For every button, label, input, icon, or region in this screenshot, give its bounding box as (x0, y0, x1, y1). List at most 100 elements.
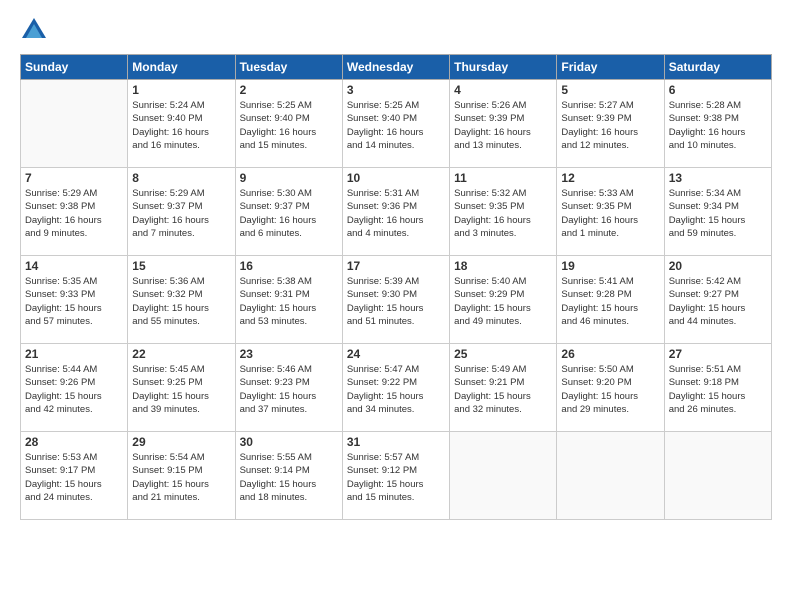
day-number: 24 (347, 347, 445, 361)
day-number: 20 (669, 259, 767, 273)
weekday-header-thursday: Thursday (450, 55, 557, 80)
day-number: 31 (347, 435, 445, 449)
day-info: Sunrise: 5:26 AM Sunset: 9:39 PM Dayligh… (454, 99, 552, 152)
week-row-2: 7 Sunrise: 5:29 AM Sunset: 9:38 PM Daylig… (21, 168, 772, 256)
weekday-header-tuesday: Tuesday (235, 55, 342, 80)
day-info: Sunrise: 5:50 AM Sunset: 9:20 PM Dayligh… (561, 363, 659, 416)
day-info: Sunrise: 5:25 AM Sunset: 9:40 PM Dayligh… (347, 99, 445, 152)
day-number: 26 (561, 347, 659, 361)
day-info: Sunrise: 5:29 AM Sunset: 9:38 PM Dayligh… (25, 187, 123, 240)
day-info: Sunrise: 5:54 AM Sunset: 9:15 PM Dayligh… (132, 451, 230, 504)
calendar-cell (450, 432, 557, 520)
calendar-cell: 19Sunrise: 5:41 AM Sunset: 9:28 PM Dayli… (557, 256, 664, 344)
day-info: Sunrise: 5:27 AM Sunset: 9:39 PM Dayligh… (561, 99, 659, 152)
week-row-1: 1 Sunrise: 5:24 AM Sunset: 9:40 PM Daylig… (21, 80, 772, 168)
weekday-header-sunday: Sunday (21, 55, 128, 80)
day-info: Sunrise: 5:32 AM Sunset: 9:35 PM Dayligh… (454, 187, 552, 240)
calendar-cell: 14 Sunrise: 5:35 AM Sunset: 9:33 PM Dayli… (21, 256, 128, 344)
calendar-cell: 3 Sunrise: 5:25 AM Sunset: 9:40 PM Daylig… (342, 80, 449, 168)
calendar-cell: 6 Sunrise: 5:28 AM Sunset: 9:38 PM Daylig… (664, 80, 771, 168)
day-info: Sunrise: 5:38 AM Sunset: 9:31 PM Dayligh… (240, 275, 338, 328)
day-info: Sunrise: 5:51 AM Sunset: 9:18 PM Dayligh… (669, 363, 767, 416)
day-info: Sunrise: 5:53 AM Sunset: 9:17 PM Dayligh… (25, 451, 123, 504)
day-info: Sunrise: 5:25 AM Sunset: 9:40 PM Dayligh… (240, 99, 338, 152)
day-info: Sunrise: 5:24 AM Sunset: 9:40 PM Dayligh… (132, 99, 230, 152)
calendar-cell: 29 Sunrise: 5:54 AM Sunset: 9:15 PM Dayli… (128, 432, 235, 520)
day-number: 18 (454, 259, 552, 273)
calendar-cell: 25Sunrise: 5:49 AM Sunset: 9:21 PM Dayli… (450, 344, 557, 432)
calendar-cell: 18Sunrise: 5:40 AM Sunset: 9:29 PM Dayli… (450, 256, 557, 344)
day-info: Sunrise: 5:31 AM Sunset: 9:36 PM Dayligh… (347, 187, 445, 240)
day-info: Sunrise: 5:28 AM Sunset: 9:38 PM Dayligh… (669, 99, 767, 152)
weekday-header-saturday: Saturday (664, 55, 771, 80)
calendar-cell: 31 Sunrise: 5:57 AM Sunset: 9:12 PM Dayli… (342, 432, 449, 520)
day-number: 28 (25, 435, 123, 449)
week-row-3: 14 Sunrise: 5:35 AM Sunset: 9:33 PM Dayli… (21, 256, 772, 344)
day-number: 19 (561, 259, 659, 273)
day-number: 8 (132, 171, 230, 185)
day-number: 30 (240, 435, 338, 449)
day-number: 4 (454, 83, 552, 97)
day-info: Sunrise: 5:46 AM Sunset: 9:23 PM Dayligh… (240, 363, 338, 416)
day-number: 14 (25, 259, 123, 273)
logo (20, 16, 52, 44)
weekday-header-friday: Friday (557, 55, 664, 80)
weekday-header-wednesday: Wednesday (342, 55, 449, 80)
day-number: 2 (240, 83, 338, 97)
day-number: 5 (561, 83, 659, 97)
day-info: Sunrise: 5:45 AM Sunset: 9:25 PM Dayligh… (132, 363, 230, 416)
day-number: 6 (669, 83, 767, 97)
weekday-header-monday: Monday (128, 55, 235, 80)
calendar-cell (664, 432, 771, 520)
day-number: 7 (25, 171, 123, 185)
calendar-cell: 20 Sunrise: 5:42 AM Sunset: 9:27 PM Dayli… (664, 256, 771, 344)
calendar-cell: 4 Sunrise: 5:26 AM Sunset: 9:39 PM Daylig… (450, 80, 557, 168)
day-info: Sunrise: 5:39 AM Sunset: 9:30 PM Dayligh… (347, 275, 445, 328)
calendar-cell: 22 Sunrise: 5:45 AM Sunset: 9:25 PM Dayli… (128, 344, 235, 432)
day-number: 15 (132, 259, 230, 273)
day-info: Sunrise: 5:34 AM Sunset: 9:34 PM Dayligh… (669, 187, 767, 240)
day-info: Sunrise: 5:42 AM Sunset: 9:27 PM Dayligh… (669, 275, 767, 328)
calendar-cell (21, 80, 128, 168)
calendar-cell: 2 Sunrise: 5:25 AM Sunset: 9:40 PM Daylig… (235, 80, 342, 168)
day-number: 11 (454, 171, 552, 185)
day-info: Sunrise: 5:36 AM Sunset: 9:32 PM Dayligh… (132, 275, 230, 328)
calendar-cell: 23 Sunrise: 5:46 AM Sunset: 9:23 PM Dayli… (235, 344, 342, 432)
day-info: Sunrise: 5:35 AM Sunset: 9:33 PM Dayligh… (25, 275, 123, 328)
day-number: 1 (132, 83, 230, 97)
day-number: 23 (240, 347, 338, 361)
day-info: Sunrise: 5:49 AM Sunset: 9:21 PM Dayligh… (454, 363, 552, 416)
day-number: 13 (669, 171, 767, 185)
calendar-cell: 10 Sunrise: 5:31 AM Sunset: 9:36 PM Dayli… (342, 168, 449, 256)
day-info: Sunrise: 5:44 AM Sunset: 9:26 PM Dayligh… (25, 363, 123, 416)
calendar-cell: 8Sunrise: 5:29 AM Sunset: 9:37 PM Daylig… (128, 168, 235, 256)
calendar-cell: 12 Sunrise: 5:33 AM Sunset: 9:35 PM Dayli… (557, 168, 664, 256)
calendar-cell: 28 Sunrise: 5:53 AM Sunset: 9:17 PM Dayli… (21, 432, 128, 520)
calendar-cell: 11 Sunrise: 5:32 AM Sunset: 9:35 PM Dayli… (450, 168, 557, 256)
calendar-cell: 17 Sunrise: 5:39 AM Sunset: 9:30 PM Dayli… (342, 256, 449, 344)
day-info: Sunrise: 5:33 AM Sunset: 9:35 PM Dayligh… (561, 187, 659, 240)
calendar-cell: 1 Sunrise: 5:24 AM Sunset: 9:40 PM Daylig… (128, 80, 235, 168)
calendar-page: SundayMondayTuesdayWednesdayThursdayFrid… (0, 0, 792, 612)
day-info: Sunrise: 5:30 AM Sunset: 9:37 PM Dayligh… (240, 187, 338, 240)
day-number: 29 (132, 435, 230, 449)
calendar-cell: 16Sunrise: 5:38 AM Sunset: 9:31 PM Dayli… (235, 256, 342, 344)
calendar-cell: 30 Sunrise: 5:55 AM Sunset: 9:14 PM Dayli… (235, 432, 342, 520)
logo-icon (20, 16, 48, 44)
week-row-4: 21 Sunrise: 5:44 AM Sunset: 9:26 PM Dayli… (21, 344, 772, 432)
day-number: 12 (561, 171, 659, 185)
day-info: Sunrise: 5:55 AM Sunset: 9:14 PM Dayligh… (240, 451, 338, 504)
day-number: 21 (25, 347, 123, 361)
day-number: 27 (669, 347, 767, 361)
day-info: Sunrise: 5:57 AM Sunset: 9:12 PM Dayligh… (347, 451, 445, 504)
calendar-cell: 9Sunrise: 5:30 AM Sunset: 9:37 PM Daylig… (235, 168, 342, 256)
calendar-cell: 24 Sunrise: 5:47 AM Sunset: 9:22 PM Dayli… (342, 344, 449, 432)
day-number: 3 (347, 83, 445, 97)
weekday-header-row: SundayMondayTuesdayWednesdayThursdayFrid… (21, 55, 772, 80)
day-number: 17 (347, 259, 445, 273)
week-row-5: 28 Sunrise: 5:53 AM Sunset: 9:17 PM Dayli… (21, 432, 772, 520)
day-number: 22 (132, 347, 230, 361)
day-number: 10 (347, 171, 445, 185)
calendar-cell: 21 Sunrise: 5:44 AM Sunset: 9:26 PM Dayli… (21, 344, 128, 432)
day-info: Sunrise: 5:47 AM Sunset: 9:22 PM Dayligh… (347, 363, 445, 416)
